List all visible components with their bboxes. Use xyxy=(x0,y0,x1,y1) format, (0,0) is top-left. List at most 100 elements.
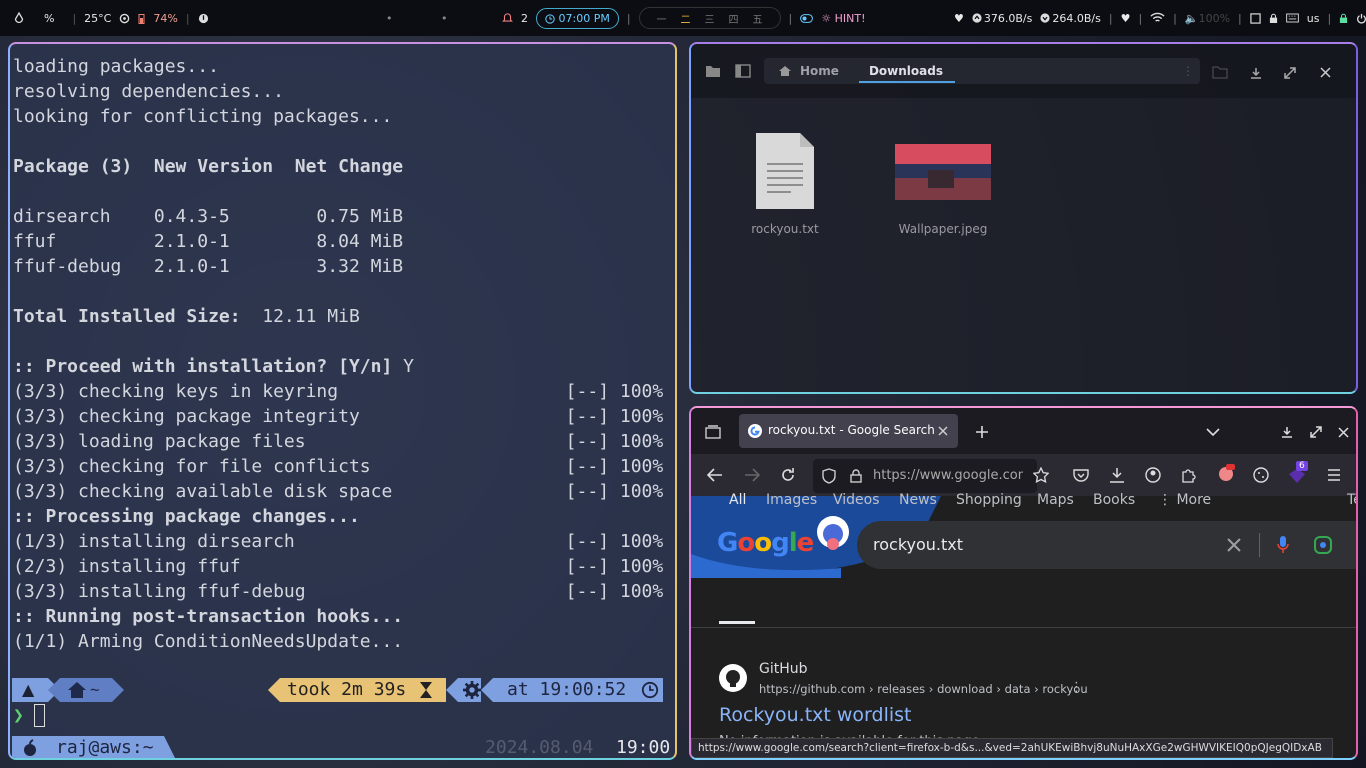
tab-books[interactable]: Books xyxy=(1093,492,1135,508)
workspace-4[interactable]: 四 xyxy=(729,11,739,26)
terminal-line: Total Installed Size: 12.11 MiB xyxy=(13,306,360,327)
apple-icon xyxy=(24,739,36,756)
clock-pill[interactable]: 07:00 PM xyxy=(536,7,619,29)
hint-label[interactable]: ☼ HINT! xyxy=(821,12,865,25)
extensions-icon[interactable] xyxy=(1181,467,1197,483)
terminal-line: (3/3) checking package integrity [--] 10… xyxy=(13,406,664,427)
forward-icon[interactable] xyxy=(744,468,760,482)
result-menu-icon[interactable]: ⋮ xyxy=(1070,680,1083,695)
fan-icon xyxy=(120,13,130,23)
minimize-icon[interactable] xyxy=(1281,426,1293,438)
back-icon[interactable] xyxy=(707,468,723,482)
at-time: at 19:00:52 xyxy=(507,679,627,700)
search-folder-icon[interactable] xyxy=(1212,65,1230,79)
toggle-icon[interactable] xyxy=(800,13,814,23)
terminal-line: :: Proceed with installation? [Y/n] Y xyxy=(13,356,414,377)
tab-videos[interactable]: Videos xyxy=(833,492,880,508)
heart-icon: ♥ xyxy=(1120,11,1131,25)
lens-icon[interactable] xyxy=(1313,535,1333,555)
tab-title: rockyou.txt - Google Search xyxy=(768,423,935,437)
ublock-icon[interactable] xyxy=(1217,464,1235,482)
workspace-3[interactable]: 三 xyxy=(705,11,715,26)
volume-level: 100% xyxy=(1198,11,1231,25)
text-cursor[interactable] xyxy=(34,704,45,727)
result-title-link[interactable]: Rockyou.txt wordlist xyxy=(719,704,912,726)
minimize-icon[interactable] xyxy=(1250,67,1262,79)
github-favicon xyxy=(719,664,747,692)
microphone-icon[interactable] xyxy=(1277,535,1289,555)
url-text[interactable]: https://www.google.com/s xyxy=(873,468,1023,483)
breadcrumb-downloads[interactable]: Downloads xyxy=(858,60,955,83)
percent-icon: % xyxy=(44,11,55,25)
tab-shopping[interactable]: Shopping xyxy=(956,492,1022,508)
bell-icon[interactable] xyxy=(502,12,513,24)
home-icon xyxy=(68,682,86,698)
tab-news[interactable]: News xyxy=(899,492,937,508)
status-bar-url: https://www.google.com/search?client=fir… xyxy=(691,738,1333,758)
power-profile-icon[interactable] xyxy=(198,13,209,24)
sidebar-toggle-icon[interactable] xyxy=(735,64,751,78)
new-folder-icon[interactable] xyxy=(705,64,721,78)
menu-icon[interactable] xyxy=(1327,469,1341,481)
wifi-icon[interactable] xyxy=(1150,12,1165,24)
close-tab-icon[interactable] xyxy=(938,426,948,436)
terminal-line: :: Processing package changes... xyxy=(13,506,360,527)
tab-overflow-chevron-icon[interactable] xyxy=(1206,428,1220,437)
dot-icon: • xyxy=(441,11,448,25)
pocket-icon[interactable] xyxy=(1073,468,1089,482)
clock-time: 07:00 PM xyxy=(558,11,610,25)
keyboard-layout[interactable]: us xyxy=(1307,12,1320,25)
account-icon[interactable] xyxy=(1145,467,1161,483)
terminal-output: loading packages... resolving dependencie… xyxy=(13,54,673,654)
tab-maps[interactable]: Maps xyxy=(1037,492,1074,508)
file-item[interactable]: rockyou.txt xyxy=(727,130,843,236)
clear-search-icon[interactable] xyxy=(1227,538,1241,552)
file-manager-window[interactable]: Home Downloads ⋮ rockyou.txt Wallpaper.j… xyxy=(689,42,1358,394)
tab-all[interactable]: All xyxy=(729,492,746,508)
tab-images[interactable]: Images xyxy=(766,492,817,508)
close-icon[interactable] xyxy=(1320,67,1331,78)
workspace-5[interactable]: 五 xyxy=(753,11,763,26)
search-box[interactable]: rockyou.txt xyxy=(857,521,1356,569)
bookmark-star-icon[interactable] xyxy=(1033,467,1049,483)
file-item[interactable]: Wallpaper.jpeg xyxy=(885,130,1001,236)
close-icon[interactable] xyxy=(1338,427,1349,438)
hourglass-icon xyxy=(420,682,432,698)
shield-icon[interactable] xyxy=(822,468,836,484)
tab-list-icon[interactable] xyxy=(705,425,721,439)
more-vertical-icon: ⋮ xyxy=(1158,492,1177,508)
url-bar[interactable]: https://www.google.com/s xyxy=(813,459,1037,493)
terminal-line: Package (3) New Version Net Change xyxy=(13,156,404,177)
search-query[interactable]: rockyou.txt xyxy=(873,535,963,554)
tab-all-underline xyxy=(719,621,755,624)
tab-tools[interactable]: Te xyxy=(1347,492,1356,508)
workspace-1[interactable]: 一 xyxy=(657,11,667,26)
more-options-icon[interactable]: ⋮ xyxy=(1182,64,1194,78)
maximize-icon[interactable] xyxy=(1310,426,1322,438)
lock-icon[interactable] xyxy=(850,469,862,483)
browser-tab[interactable]: rockyou.txt - Google Search xyxy=(739,414,958,448)
cookie-icon[interactable] xyxy=(1253,467,1269,483)
user-host: raj@aws:~ xyxy=(56,737,154,758)
clock-icon xyxy=(545,13,555,24)
maximize-icon[interactable] xyxy=(1284,67,1296,79)
tab-more[interactable]: ⋮ More xyxy=(1158,492,1211,508)
power-icon[interactable] xyxy=(1356,13,1366,24)
new-tab-icon[interactable] xyxy=(975,425,989,439)
downloads-icon[interactable] xyxy=(1109,467,1125,483)
firefox-window[interactable]: rockyou.txt - Google Search https://www.… xyxy=(689,406,1358,760)
workspace-2[interactable]: 二 xyxy=(681,11,691,26)
volume-indicator[interactable]: 🔈100% xyxy=(1185,12,1230,25)
terminal-line: (1/1) Arming ConditionNeedsUpdate... xyxy=(13,631,404,652)
reload-icon[interactable] xyxy=(780,467,796,483)
google-logo: Google xyxy=(717,528,814,558)
terminal-window[interactable]: loading packages... resolving dependencie… xyxy=(8,42,677,760)
net-down: 264.0B/s xyxy=(1052,11,1101,25)
terminal-line: (3/3) checking for file conflicts [--] 1… xyxy=(13,456,664,477)
screen-icon[interactable] xyxy=(1250,12,1261,24)
lock-screen-icon[interactable] xyxy=(1339,13,1348,24)
lock-icon[interactable] xyxy=(1269,13,1278,24)
terminal-line: dirsearch 0.4.3-5 0.75 MiB xyxy=(13,206,404,227)
breadcrumb-home[interactable]: Home xyxy=(800,64,839,78)
